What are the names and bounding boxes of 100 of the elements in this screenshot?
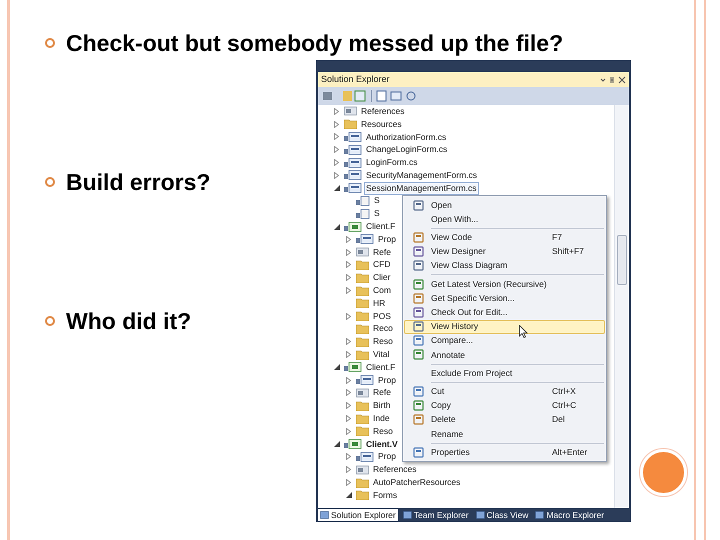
references-icon bbox=[344, 106, 357, 116]
menu-item[interactable]: Open bbox=[404, 198, 605, 212]
collapsed-arrow-icon[interactable] bbox=[346, 287, 351, 294]
tree-item[interactable]: Com bbox=[371, 284, 393, 298]
tree-item[interactable]: Client.V bbox=[364, 438, 400, 451]
tree-item[interactable]: S bbox=[372, 194, 382, 208]
menu-item-label: View Class Diagram bbox=[431, 259, 508, 272]
file-icon bbox=[356, 196, 370, 206]
collapsed-arrow-icon[interactable] bbox=[346, 351, 351, 358]
collapsed-arrow-icon[interactable] bbox=[346, 338, 351, 346]
tree-item[interactable]: Refe bbox=[371, 386, 393, 400]
collapsed-arrow-icon[interactable] bbox=[346, 453, 351, 460]
tree-item[interactable]: Inde bbox=[371, 412, 392, 426]
menu-item[interactable]: Copy Ctrl+C bbox=[404, 398, 605, 413]
tree-item[interactable]: AutoPatcherResources bbox=[371, 476, 462, 490]
form-file-icon bbox=[344, 132, 362, 142]
menu-item[interactable]: Annotate bbox=[404, 348, 605, 362]
tree-item[interactable]: Reso bbox=[371, 335, 395, 348]
tree-item[interactable]: CFD bbox=[371, 258, 392, 272]
expanded-arrow-icon[interactable] bbox=[334, 364, 340, 370]
collapsed-arrow-icon[interactable] bbox=[334, 159, 339, 166]
menu-item-label: View History bbox=[431, 320, 478, 333]
menu-item[interactable]: View Class Diagram bbox=[404, 258, 605, 273]
collapsed-arrow-icon[interactable] bbox=[346, 376, 351, 384]
collapsed-arrow-icon[interactable] bbox=[346, 389, 351, 396]
collapsed-arrow-icon[interactable] bbox=[346, 248, 351, 256]
tree-item[interactable]: Forms bbox=[371, 488, 400, 502]
tree-item[interactable]: References bbox=[359, 105, 406, 118]
menu-item-label: Compare... bbox=[431, 334, 474, 348]
collapsed-arrow-icon[interactable] bbox=[334, 120, 339, 128]
collapsed-arrow-icon[interactable] bbox=[346, 236, 351, 243]
menu-item[interactable]: Cut Ctrl+X bbox=[404, 384, 605, 398]
collapsed-arrow-icon[interactable] bbox=[346, 402, 351, 410]
menu-item[interactable]: Exclude From Project bbox=[404, 366, 605, 380]
tree-item[interactable]: Refe bbox=[371, 246, 393, 259]
expanded-arrow-icon[interactable] bbox=[334, 441, 340, 448]
menu-item[interactable]: Compare... bbox=[404, 334, 605, 348]
panel-tab[interactable]: Team Explorer bbox=[400, 509, 471, 521]
tree-item[interactable]: SessionManagementForm.cs bbox=[364, 182, 479, 195]
tree-item[interactable]: Prop bbox=[376, 450, 398, 464]
tree-item[interactable]: Reco bbox=[371, 322, 395, 336]
panel-tab[interactable]: Class View bbox=[474, 509, 530, 521]
menu-item[interactable]: Properties Alt+Enter bbox=[404, 445, 605, 460]
collapsed-arrow-icon[interactable] bbox=[346, 466, 351, 474]
menu-shortcut: Ctrl+X bbox=[552, 384, 577, 398]
collapsed-arrow-icon[interactable] bbox=[346, 428, 351, 435]
menu-item[interactable]: Rename bbox=[404, 426, 605, 441]
command-icon bbox=[412, 321, 424, 332]
menu-item[interactable]: Delete Del bbox=[404, 412, 605, 427]
collapsed-arrow-icon[interactable] bbox=[346, 415, 351, 422]
menu-item[interactable]: Get Specific Version... bbox=[404, 291, 605, 306]
tree-item[interactable]: SecurityManagementForm.cs bbox=[364, 168, 480, 182]
expanded-arrow-icon[interactable] bbox=[334, 185, 340, 192]
vertical-scrollbar[interactable] bbox=[614, 105, 629, 508]
folder-icon bbox=[356, 336, 369, 347]
tree-item[interactable]: Prop bbox=[376, 374, 398, 387]
tree-item[interactable]: References bbox=[371, 463, 418, 476]
tree-item[interactable]: Client.F bbox=[364, 220, 398, 234]
menu-item[interactable]: Check Out for Edit... bbox=[404, 305, 605, 320]
folder-icon bbox=[356, 260, 369, 270]
menu-item[interactable]: View Code F7 bbox=[404, 230, 605, 245]
menu-item[interactable]: View Designer Shift+F7 bbox=[404, 244, 605, 259]
command-icon bbox=[412, 278, 424, 290]
tree-item[interactable]: Prop bbox=[376, 232, 398, 246]
tree-item[interactable]: S bbox=[372, 207, 382, 220]
expanded-arrow-icon[interactable] bbox=[334, 224, 340, 230]
folder-icon bbox=[356, 324, 369, 334]
folder-icon bbox=[344, 119, 357, 130]
bullet-icon bbox=[45, 177, 55, 187]
tree-item[interactable]: Clier bbox=[371, 271, 392, 284]
collapsed-arrow-icon[interactable] bbox=[334, 108, 339, 115]
collapsed-arrow-icon[interactable] bbox=[334, 133, 339, 140]
menu-item-label: Rename bbox=[431, 428, 464, 440]
collapsed-arrow-icon[interactable] bbox=[346, 479, 351, 486]
tree-item[interactable]: AuthorizationForm.cs bbox=[364, 130, 448, 144]
command-icon bbox=[412, 306, 424, 318]
bullet-icon bbox=[45, 38, 55, 48]
file-icon bbox=[356, 208, 370, 219]
tree-item[interactable]: POS bbox=[371, 310, 393, 323]
panel-tab[interactable]: Macro Explorer bbox=[533, 509, 606, 521]
tree-item[interactable]: Reso bbox=[371, 424, 395, 438]
collapsed-arrow-icon[interactable] bbox=[334, 146, 339, 154]
expanded-arrow-icon[interactable] bbox=[346, 492, 352, 498]
tree-item[interactable]: Birth bbox=[371, 399, 392, 412]
tree-item[interactable]: Resources bbox=[359, 118, 404, 131]
collapsed-arrow-icon[interactable] bbox=[346, 274, 351, 282]
command-icon bbox=[412, 386, 424, 397]
scrollbar-thumb[interactable] bbox=[617, 235, 627, 285]
tree-item[interactable]: Vital bbox=[371, 348, 392, 362]
command-icon bbox=[412, 335, 424, 346]
tree-item[interactable]: HR bbox=[371, 296, 388, 310]
collapsed-arrow-icon[interactable] bbox=[346, 261, 351, 268]
collapsed-arrow-icon[interactable] bbox=[346, 312, 351, 320]
menu-item[interactable]: Get Latest Version (Recursive) bbox=[404, 276, 605, 292]
panel-tab[interactable]: Solution Explorer bbox=[318, 509, 398, 521]
collapsed-arrow-icon[interactable] bbox=[334, 172, 339, 179]
tree-item[interactable]: Client.F bbox=[364, 360, 398, 374]
tree-item[interactable]: ChangeLoginForm.cs bbox=[364, 143, 450, 156]
tree-item[interactable]: LoginForm.cs bbox=[364, 156, 420, 170]
menu-item[interactable]: Open With... bbox=[404, 212, 605, 226]
